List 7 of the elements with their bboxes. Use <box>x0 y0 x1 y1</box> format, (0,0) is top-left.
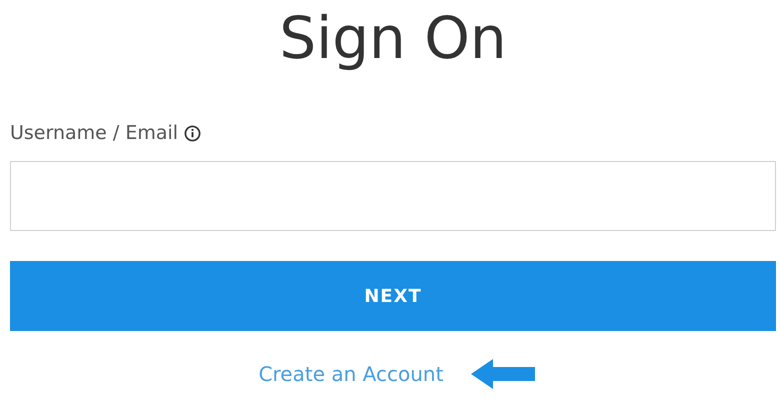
info-icon[interactable] <box>184 124 202 142</box>
next-button[interactable]: NEXT <box>10 261 776 331</box>
field-label: Username / Email <box>10 120 178 146</box>
create-account-link[interactable]: Create an Account <box>258 359 444 389</box>
page-title: Sign On <box>279 3 507 74</box>
username-field[interactable] <box>10 161 776 231</box>
arrow-left-icon <box>471 357 538 391</box>
